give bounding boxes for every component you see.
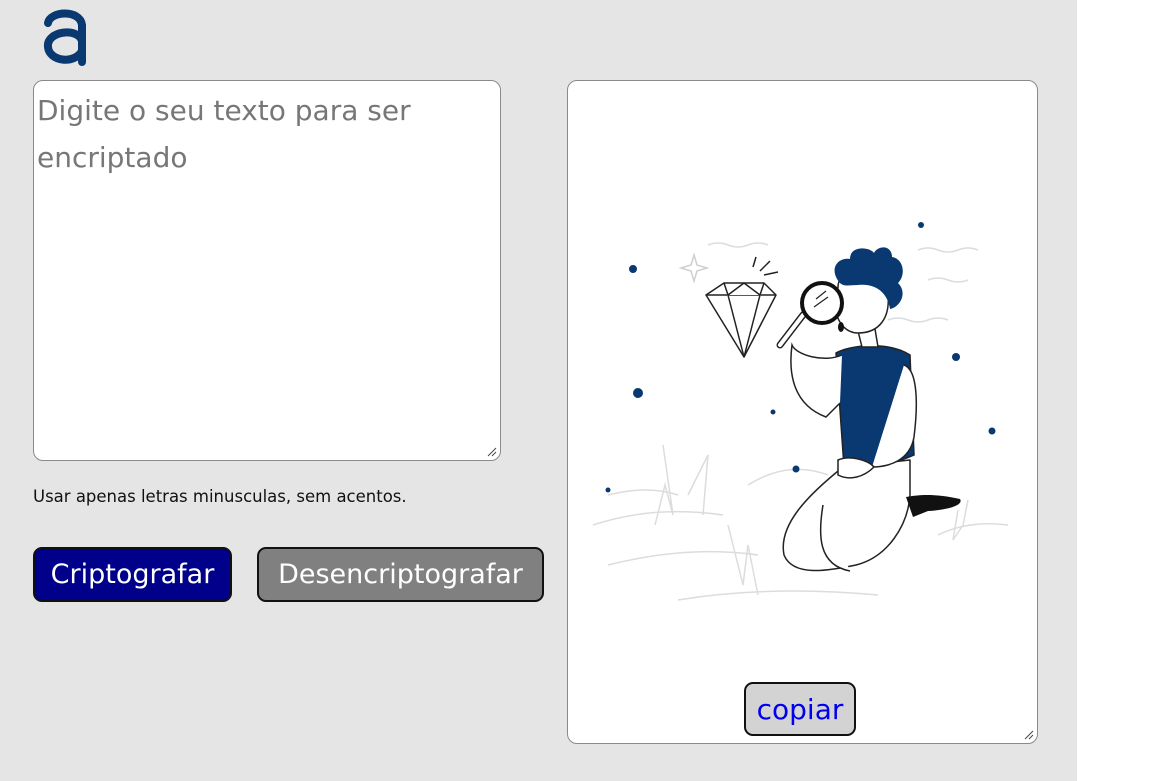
text-input-container bbox=[33, 80, 501, 461]
person-magnifying-glass-illustration bbox=[592, 222, 1009, 601]
decrypt-button[interactable]: Desencriptografar bbox=[257, 547, 544, 602]
alura-logo-icon bbox=[44, 9, 86, 66]
copy-button[interactable]: copiar bbox=[744, 682, 856, 736]
encrypt-button[interactable]: Criptografar bbox=[33, 547, 232, 602]
text-input[interactable] bbox=[34, 81, 500, 460]
resize-handle-icon[interactable] bbox=[487, 447, 497, 457]
resize-handle-icon[interactable] bbox=[1024, 730, 1034, 740]
input-hint: Usar apenas letras minusculas, sem acent… bbox=[33, 487, 407, 506]
